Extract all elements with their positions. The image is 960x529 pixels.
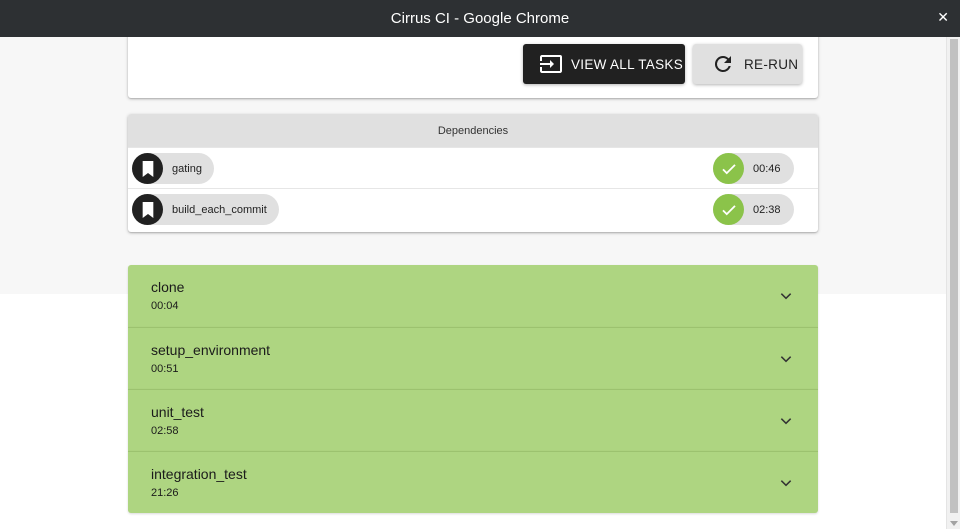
input-arrow-icon xyxy=(540,55,562,73)
window-titlebar: Cirrus CI - Google Chrome ✕ xyxy=(0,0,960,37)
dependency-chip-build-each-commit[interactable]: build_each_commit xyxy=(132,194,279,225)
view-all-tasks-label: VIEW ALL TASKS xyxy=(571,56,683,72)
dependency-duration-chip: 02:38 xyxy=(713,194,794,225)
chevron-down-icon[interactable] xyxy=(779,289,793,303)
check-icon xyxy=(713,153,744,184)
scroll-down-arrow-icon[interactable] xyxy=(950,521,958,526)
page-viewport: VIEW ALL TASKS RE-RUN Dependencies gatin… xyxy=(0,37,946,529)
dependency-duration: 00:46 xyxy=(753,162,781,175)
chevron-down-icon[interactable] xyxy=(779,414,793,428)
rerun-button[interactable]: RE-RUN xyxy=(693,44,802,84)
dependencies-card: Dependencies gating 00:46 build_each_com… xyxy=(128,114,818,232)
chevron-down-icon[interactable] xyxy=(779,476,793,490)
dependency-row: gating 00:46 xyxy=(128,147,818,188)
check-icon xyxy=(713,194,744,225)
bookmark-icon xyxy=(132,194,163,225)
task-duration: 00:04 xyxy=(151,300,179,312)
dependencies-header: Dependencies xyxy=(128,114,818,147)
dependency-row: build_each_commit 02:38 xyxy=(128,188,818,229)
dependency-name: gating xyxy=(172,162,202,175)
task-list: clone 00:04 setup_environment 00:51 unit… xyxy=(128,265,818,513)
task-name: clone xyxy=(151,279,185,295)
window-title: Cirrus CI - Google Chrome xyxy=(390,10,570,27)
task-name: integration_test xyxy=(151,466,247,482)
task-name: setup_environment xyxy=(151,342,271,358)
vertical-scrollbar[interactable] xyxy=(946,37,960,529)
dependency-duration-chip: 00:46 xyxy=(713,153,794,184)
task-name: unit_test xyxy=(151,404,204,420)
scrollbar-thumb[interactable] xyxy=(950,39,958,513)
task-row-setup-environment[interactable]: setup_environment 00:51 xyxy=(128,327,818,389)
task-duration: 02:58 xyxy=(151,425,179,437)
bookmark-icon xyxy=(132,153,163,184)
chevron-down-icon[interactable] xyxy=(779,352,793,366)
actions-card: VIEW ALL TASKS RE-RUN xyxy=(128,37,818,98)
task-row-integration-test[interactable]: integration_test 21:26 xyxy=(128,451,818,513)
task-duration: 21:26 xyxy=(151,487,179,499)
task-row-unit-test[interactable]: unit_test 02:58 xyxy=(128,389,818,451)
rerun-label: RE-RUN xyxy=(744,56,799,72)
dependency-duration: 02:38 xyxy=(753,203,781,216)
dependency-chip-gating[interactable]: gating xyxy=(132,153,214,184)
task-row-clone[interactable]: clone 00:04 xyxy=(128,265,818,327)
task-duration: 00:51 xyxy=(151,363,179,375)
refresh-icon xyxy=(714,55,731,72)
view-all-tasks-button[interactable]: VIEW ALL TASKS xyxy=(523,44,685,84)
close-icon[interactable]: ✕ xyxy=(937,9,949,26)
dependency-name: build_each_commit xyxy=(172,203,267,216)
